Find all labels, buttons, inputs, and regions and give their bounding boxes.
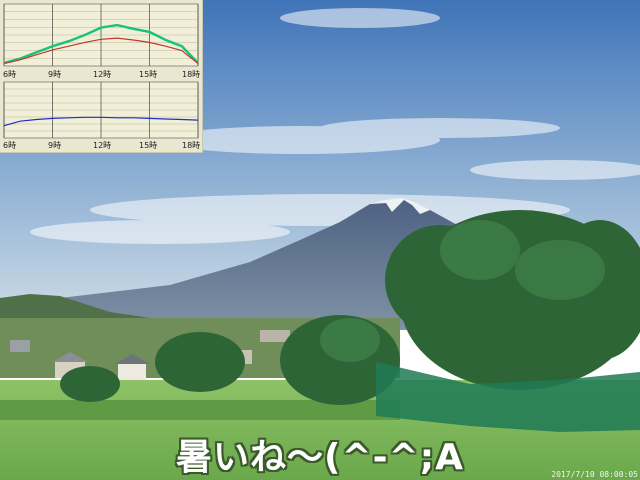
bottom-xtick-4: 18時 — [182, 141, 201, 150]
top-xtick-2: 12時 — [93, 70, 112, 79]
bottom-xtick-3: 15時 — [139, 141, 158, 150]
top-xtick-4: 18時 — [182, 70, 201, 79]
caption-text: 暑いね〜(^-^;A — [176, 437, 464, 478]
bottom-xtick-0: 6時 — [3, 141, 17, 150]
bottom-xtick-1: 9時 — [48, 141, 62, 150]
timestamp: 2017/7/10 08:00:05 — [551, 470, 638, 479]
top-xtick-3: 15時 — [139, 70, 158, 79]
solar-chart-panel: 6時 9時 12時 15時 18時 6時 9時 12時 15時 18時 — [0, 0, 203, 153]
top-xtick-0: 6時 — [3, 70, 17, 79]
top-xtick-1: 9時 — [48, 70, 62, 79]
bottom-xtick-2: 12時 — [93, 141, 112, 150]
